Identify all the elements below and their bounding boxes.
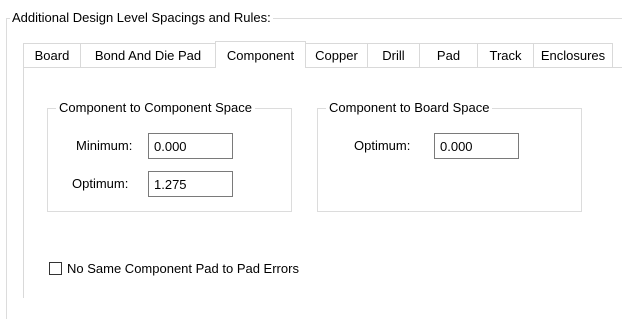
- tab-enclosures[interactable]: Enclosures: [533, 43, 613, 67]
- checkbox-label: No Same Component Pad to Pad Errors: [67, 261, 299, 276]
- tab-component[interactable]: Component: [215, 41, 306, 68]
- board-optimum-input[interactable]: [434, 133, 519, 159]
- component-to-component-group: Component to Component Space Minimum: Op…: [47, 100, 292, 212]
- minimum-label: Minimum:: [76, 138, 133, 153]
- tab-bond-and-die-pad[interactable]: Bond And Die Pad: [80, 43, 216, 67]
- component-to-component-title: Component to Component Space: [56, 100, 255, 116]
- tab-track[interactable]: Track: [477, 43, 534, 67]
- tab-drill[interactable]: Drill: [367, 43, 420, 67]
- no-same-component-pad-errors-checkbox[interactable]: No Same Component Pad to Pad Errors: [49, 261, 299, 276]
- tab-board[interactable]: Board: [23, 43, 81, 67]
- board-optimum-label: Optimum:: [354, 138, 411, 153]
- tab-strip: Board Bond And Die Pad Component Copper …: [23, 41, 613, 68]
- component-to-board-title: Component to Board Space: [326, 100, 493, 116]
- optimum-label: Optimum:: [72, 176, 129, 191]
- component-optimum-input[interactable]: [148, 171, 233, 197]
- tab-copper[interactable]: Copper: [305, 43, 368, 67]
- checkbox-box[interactable]: [49, 262, 62, 275]
- component-to-board-group: Component to Board Space Optimum:: [317, 100, 582, 212]
- design-rules-group-title: Additional Design Level Spacings and Rul…: [10, 10, 273, 26]
- component-minimum-input[interactable]: [148, 133, 233, 159]
- tab-pad[interactable]: Pad: [419, 43, 478, 67]
